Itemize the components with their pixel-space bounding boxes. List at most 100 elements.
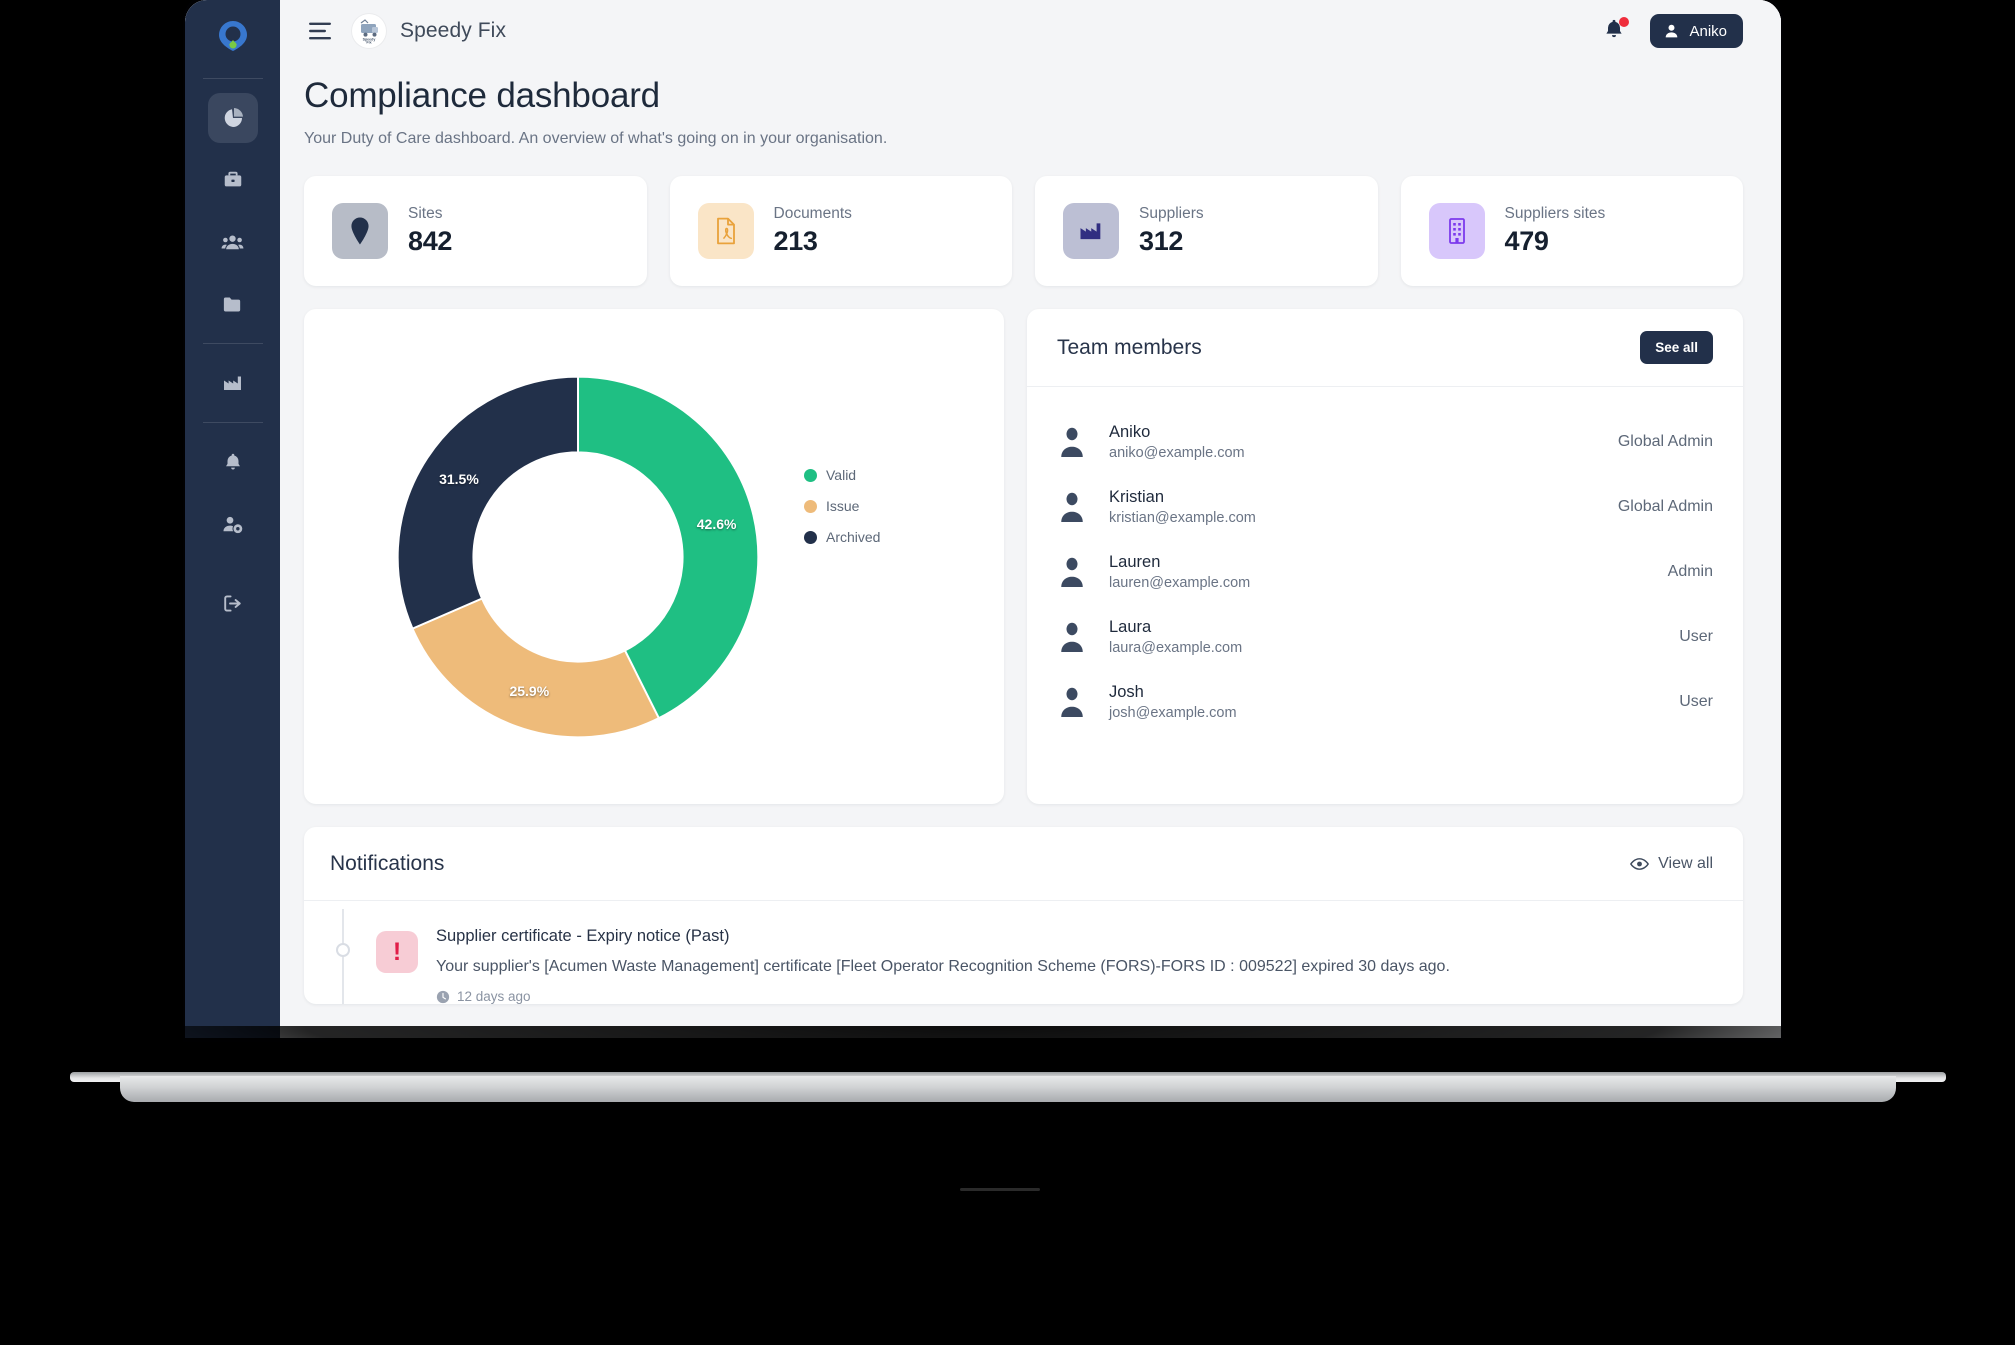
legend-label: Issue [826,498,860,514]
stat-label: Sites [408,205,443,222]
notification-item[interactable]: ! Supplier certificate - Expiry notice (… [330,927,1713,1004]
member-email: aniko@example.com [1109,444,1245,461]
member-email: laura@example.com [1109,639,1243,656]
donut-chart[interactable]: 42.6% 25.9% 31.5% [382,361,774,753]
user-avatar-icon [1061,492,1083,522]
team-member-row[interactable]: Lauren lauren@example.com Admin [1057,539,1713,604]
main-content-column: Speedy Fix Speedy Fix Aniko Compliance d… [280,0,1781,1038]
user-avatar-icon [1061,557,1083,587]
member-role: Global Admin [1617,432,1713,450]
laptop-mockup: Speedy Fix Speedy Fix Aniko Compliance d… [0,0,2015,1345]
sidebar-item-notifications[interactable] [208,437,258,487]
user-avatar-icon [1666,24,1678,38]
svg-text:Fix: Fix [366,41,371,45]
legend-color-swatch [804,530,817,544]
donut-label-archived: 31.5% [439,470,479,487]
exclamation-icon: ! [376,931,418,973]
notifications-header: Notifications View all [304,827,1743,901]
location-pin-logo-icon[interactable] [211,14,255,58]
stat-card-suppliers-sites[interactable]: Suppliers sites 479 [1400,176,1743,286]
donut-chart-legend: Valid Issue Archived [804,467,880,545]
stat-label: Suppliers sites [1504,205,1606,222]
notification-text: Your supplier's [Acumen Waste Management… [436,958,1450,975]
user-avatar-icon [1061,427,1083,457]
stat-value: 213 [773,226,818,256]
member-name: Josh [1109,682,1144,701]
map-pin-icon [332,203,388,259]
sidebar-item-team[interactable] [208,217,258,267]
member-name: Lauren [1109,552,1161,571]
member-name: Laura [1109,617,1152,636]
laptop-base [120,1076,1896,1102]
topbar-right-actions: Aniko [1602,14,1743,48]
team-members-header: Team members See all [1027,309,1743,387]
clock-icon [436,990,450,1003]
stat-label: Documents [773,205,852,222]
team-members-card: Team members See all Aniko aniko@example… [1027,309,1743,804]
sidebar-item-documents[interactable] [208,279,258,329]
notification-body: Supplier certificate - Expiry notice (Pa… [436,927,1450,1004]
topbar: Speedy Fix Speedy Fix Aniko [280,0,1781,62]
building-icon [1428,203,1485,259]
stat-value: 842 [408,226,453,256]
notifications-title: Notifications [330,851,445,875]
team-member-row[interactable]: Josh josh@example.com User [1057,669,1713,734]
donut-label-issue: 25.9% [509,682,550,699]
team-members-title: Team members [1057,335,1202,359]
view-all-button[interactable]: View all [1630,855,1713,873]
page-body: Compliance dashboard Your Duty of Care d… [280,62,1781,1038]
notification-unread-dot [1619,17,1630,27]
member-name: Kristian [1109,487,1165,506]
sidebar-item-jobs[interactable] [208,155,258,205]
notification-subject: Supplier certificate - Expiry notice (Pa… [436,927,730,945]
stat-card-documents[interactable]: Documents 213 [669,176,1012,286]
stat-value: 479 [1504,226,1549,256]
user-menu-label: Aniko [1689,22,1727,40]
member-role: Admin [1667,562,1713,580]
legend-color-swatch [804,499,817,513]
member-email: josh@example.com [1109,704,1237,721]
see-all-button[interactable]: See all [1640,331,1713,364]
team-member-row[interactable]: Aniko aniko@example.com Global Admin [1057,409,1713,474]
notification-timestamp: 12 days ago [436,989,1450,1004]
notifications-card: Notifications View all ! Supplier certif… [304,827,1743,1004]
sidebar-item-account-settings[interactable] [208,499,258,549]
team-member-row[interactable]: Kristian kristian@example.com Global Adm… [1057,474,1713,539]
team-members-list: Aniko aniko@example.com Global Admin Kri… [1027,387,1743,734]
user-menu-button[interactable]: Aniko [1650,14,1743,48]
application-window: Speedy Fix Speedy Fix Aniko Compliance d… [185,0,1781,1038]
legend-label: Valid [826,467,857,483]
legend-item-archived[interactable]: Archived [804,529,880,545]
stat-card-sites[interactable]: Sites 842 [304,176,647,286]
legend-item-valid[interactable]: Valid [804,467,880,483]
stat-card-suppliers[interactable]: Suppliers 312 [1035,176,1378,286]
member-email: kristian@example.com [1109,509,1256,526]
view-all-label: View all [1658,854,1713,872]
hamburger-menu-icon[interactable] [304,14,338,48]
page-title: Compliance dashboard [304,76,660,115]
member-role: User [1679,627,1713,645]
sidebar-item-suppliers[interactable] [208,358,258,408]
app-title: Speedy Fix [400,19,507,42]
member-role: User [1679,692,1713,710]
sidebar-item-dashboard[interactable] [207,93,258,143]
dashboard-middle-row: 42.6% 25.9% 31.5% Valid Issue Archived T… [304,309,1743,804]
legend-item-issue[interactable]: Issue [804,498,880,514]
factory-icon [1063,203,1119,259]
user-avatar-icon [1061,622,1083,652]
page-subtitle: Your Duty of Care dashboard. An overview… [304,130,888,147]
speedy-fix-logo-icon: Speedy Fix [352,14,386,48]
notifications-list: ! Supplier certificate - Expiry notice (… [304,901,1743,1004]
member-name: Aniko [1109,422,1151,441]
sidebar-item-logout[interactable] [208,578,258,628]
sidebar-divider-bottom [202,422,263,423]
sidebar-divider-top [202,78,263,79]
stats-cards-row: Sites 842 Documents 213 Suppliers 312 Su… [304,176,1743,286]
notification-time-label: 12 days ago [457,989,531,1004]
stat-value: 312 [1139,226,1184,256]
user-avatar-icon [1061,687,1083,717]
notification-bell-button[interactable] [1602,17,1630,45]
team-member-row[interactable]: Laura laura@example.com User [1057,604,1713,669]
sidebar-divider-middle [202,343,263,344]
legend-label: Archived [826,529,881,545]
